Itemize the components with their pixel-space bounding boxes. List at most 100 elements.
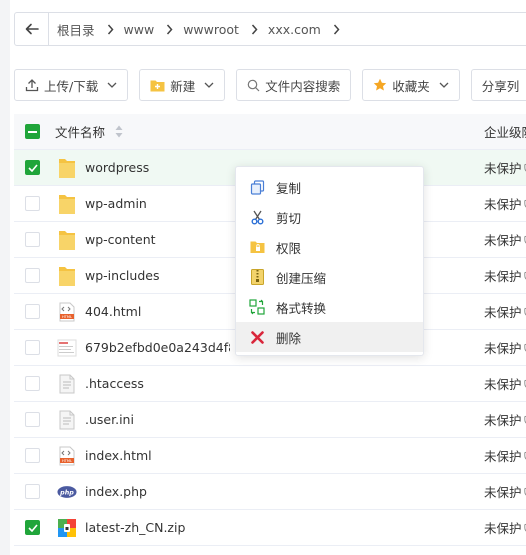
row-checkbox[interactable] (25, 340, 40, 355)
share-list-button[interactable]: 分享列 (470, 69, 526, 101)
menu-item-label: 格式转换 (276, 300, 327, 316)
protection-status: 未保护 (484, 302, 526, 321)
upload-download-button[interactable]: 上传/下载 (14, 69, 129, 101)
table-row[interactable]: .user.ini 未保护 (14, 402, 526, 438)
column-header-name-label: 文件名称 (55, 125, 106, 140)
html-file-icon: HTML (57, 301, 77, 323)
protection-status: 未保护 (484, 158, 526, 177)
star-icon (373, 78, 387, 92)
file-name[interactable]: .htaccess (85, 376, 225, 391)
row-checkbox[interactable] (25, 520, 40, 535)
copy-icon (249, 179, 265, 195)
breadcrumb-segment[interactable]: www (124, 22, 155, 37)
folder-icon (57, 229, 77, 251)
row-checkbox[interactable] (25, 304, 40, 319)
menu-item-copy[interactable]: 复制 (236, 172, 423, 202)
file-name[interactable]: wordpress (85, 160, 225, 175)
protection-status: 未保护 (484, 230, 526, 249)
archive-icon (249, 269, 265, 285)
upload-download-label: 上传/下载 (44, 78, 99, 94)
html-file-icon: HTML (57, 445, 77, 467)
protection-status-label: 未保护 (484, 341, 522, 356)
file-name[interactable]: wp-content (85, 232, 225, 247)
protection-status-label: 未保护 (484, 305, 522, 320)
menu-item-cut[interactable]: 剪切 (236, 202, 423, 232)
chevron-down-icon (107, 82, 117, 88)
image-file-icon (57, 337, 77, 359)
protection-status-label: 未保护 (484, 269, 522, 284)
new-label: 新建 (170, 78, 196, 94)
svg-text:HTML: HTML (62, 315, 72, 319)
file-name[interactable]: index.php (85, 484, 225, 499)
protection-status: 未保护 (484, 266, 526, 285)
menu-item-label: 权限 (276, 240, 302, 256)
file-name[interactable]: .user.ini (85, 412, 225, 427)
sort-icon[interactable] (115, 125, 123, 138)
breadcrumb-segment[interactable]: xxx.com (268, 22, 321, 37)
back-button[interactable] (15, 13, 49, 45)
protection-status-label: 未保护 (484, 449, 522, 464)
row-checkbox[interactable] (25, 160, 40, 175)
table-row[interactable]: latest-zh_CN.zip 未保护 (14, 510, 526, 546)
file-name[interactable]: 679b2efbd0e0a243d4f89 (85, 340, 230, 355)
table-row[interactable]: HTML index.html 未保护 (14, 438, 526, 474)
breadcrumb-segment[interactable]: wwwroot (183, 22, 239, 37)
chevron-right-icon (251, 24, 258, 35)
new-button[interactable]: 新建 (139, 69, 226, 101)
menu-item-delete[interactable]: 删除 (236, 322, 423, 352)
file-name[interactable]: latest-zh_CN.zip (85, 520, 225, 535)
menu-item-compress[interactable]: 创建压缩 (236, 262, 423, 292)
zip-file-icon (57, 517, 77, 539)
row-checkbox[interactable] (25, 268, 40, 283)
search-icon (247, 79, 260, 92)
file-name[interactable]: wp-includes (85, 268, 225, 283)
row-checkbox[interactable] (25, 484, 40, 499)
file-name[interactable]: index.html (85, 448, 225, 463)
column-header-name[interactable]: 文件名称 (55, 122, 123, 141)
protection-status: 未保护 (484, 482, 526, 501)
breadcrumb-segment[interactable]: 根目录 (57, 20, 95, 39)
file-name[interactable]: 404.html (85, 304, 225, 319)
text-file-icon (57, 373, 77, 395)
protection-status-label: 未保护 (484, 485, 522, 500)
row-checkbox[interactable] (25, 232, 40, 247)
table-row[interactable]: php index.php 未保护 (14, 474, 526, 510)
protection-status-label: 未保护 (484, 197, 522, 212)
favorites-label: 收藏夹 (392, 78, 430, 94)
php-file-icon: php (57, 481, 77, 503)
row-checkbox[interactable] (25, 412, 40, 427)
arrow-left-icon (25, 23, 39, 35)
chevron-right-icon (107, 24, 114, 35)
table-row[interactable]: .htaccess 未保护 (14, 366, 526, 402)
column-header-protection: 企业级防 (484, 125, 526, 140)
protection-status: 未保护 (484, 446, 526, 465)
chevron-down-icon (439, 82, 449, 88)
protection-status-label: 未保护 (484, 377, 522, 392)
protection-status-label: 未保护 (484, 521, 522, 536)
new-folder-icon (150, 79, 165, 92)
menu-item-label: 删除 (276, 330, 302, 346)
protection-status-label: 未保护 (484, 233, 522, 248)
scissors-icon (249, 209, 265, 225)
toolbar: 上传/下载 新建 文件内容搜索 收藏夹 分享列 (14, 69, 526, 101)
row-checkbox[interactable] (25, 448, 40, 463)
favorites-button[interactable]: 收藏夹 (362, 69, 460, 101)
content-search-button[interactable]: 文件内容搜索 (236, 69, 352, 101)
protection-status-label: 未保护 (484, 161, 522, 176)
row-checkbox[interactable] (25, 196, 40, 211)
menu-item-permissions[interactable]: 权限 (236, 232, 423, 262)
breadcrumb: 根目录 www wwwroot xxx.com (14, 12, 526, 46)
convert-icon (249, 299, 265, 315)
file-name[interactable]: wp-admin (85, 196, 225, 211)
select-all-checkbox[interactable] (25, 124, 40, 139)
row-checkbox[interactable] (25, 376, 40, 391)
upload-icon (25, 78, 39, 92)
menu-item-convert[interactable]: 格式转换 (236, 292, 423, 322)
protection-status: 未保护 (484, 338, 526, 357)
table-header: 文件名称 企业级防 (14, 114, 526, 150)
folder-icon (57, 193, 77, 215)
menu-item-label: 复制 (276, 180, 302, 196)
folder-icon (57, 157, 77, 179)
svg-text:HTML: HTML (62, 459, 72, 463)
chevron-down-icon (204, 82, 214, 88)
